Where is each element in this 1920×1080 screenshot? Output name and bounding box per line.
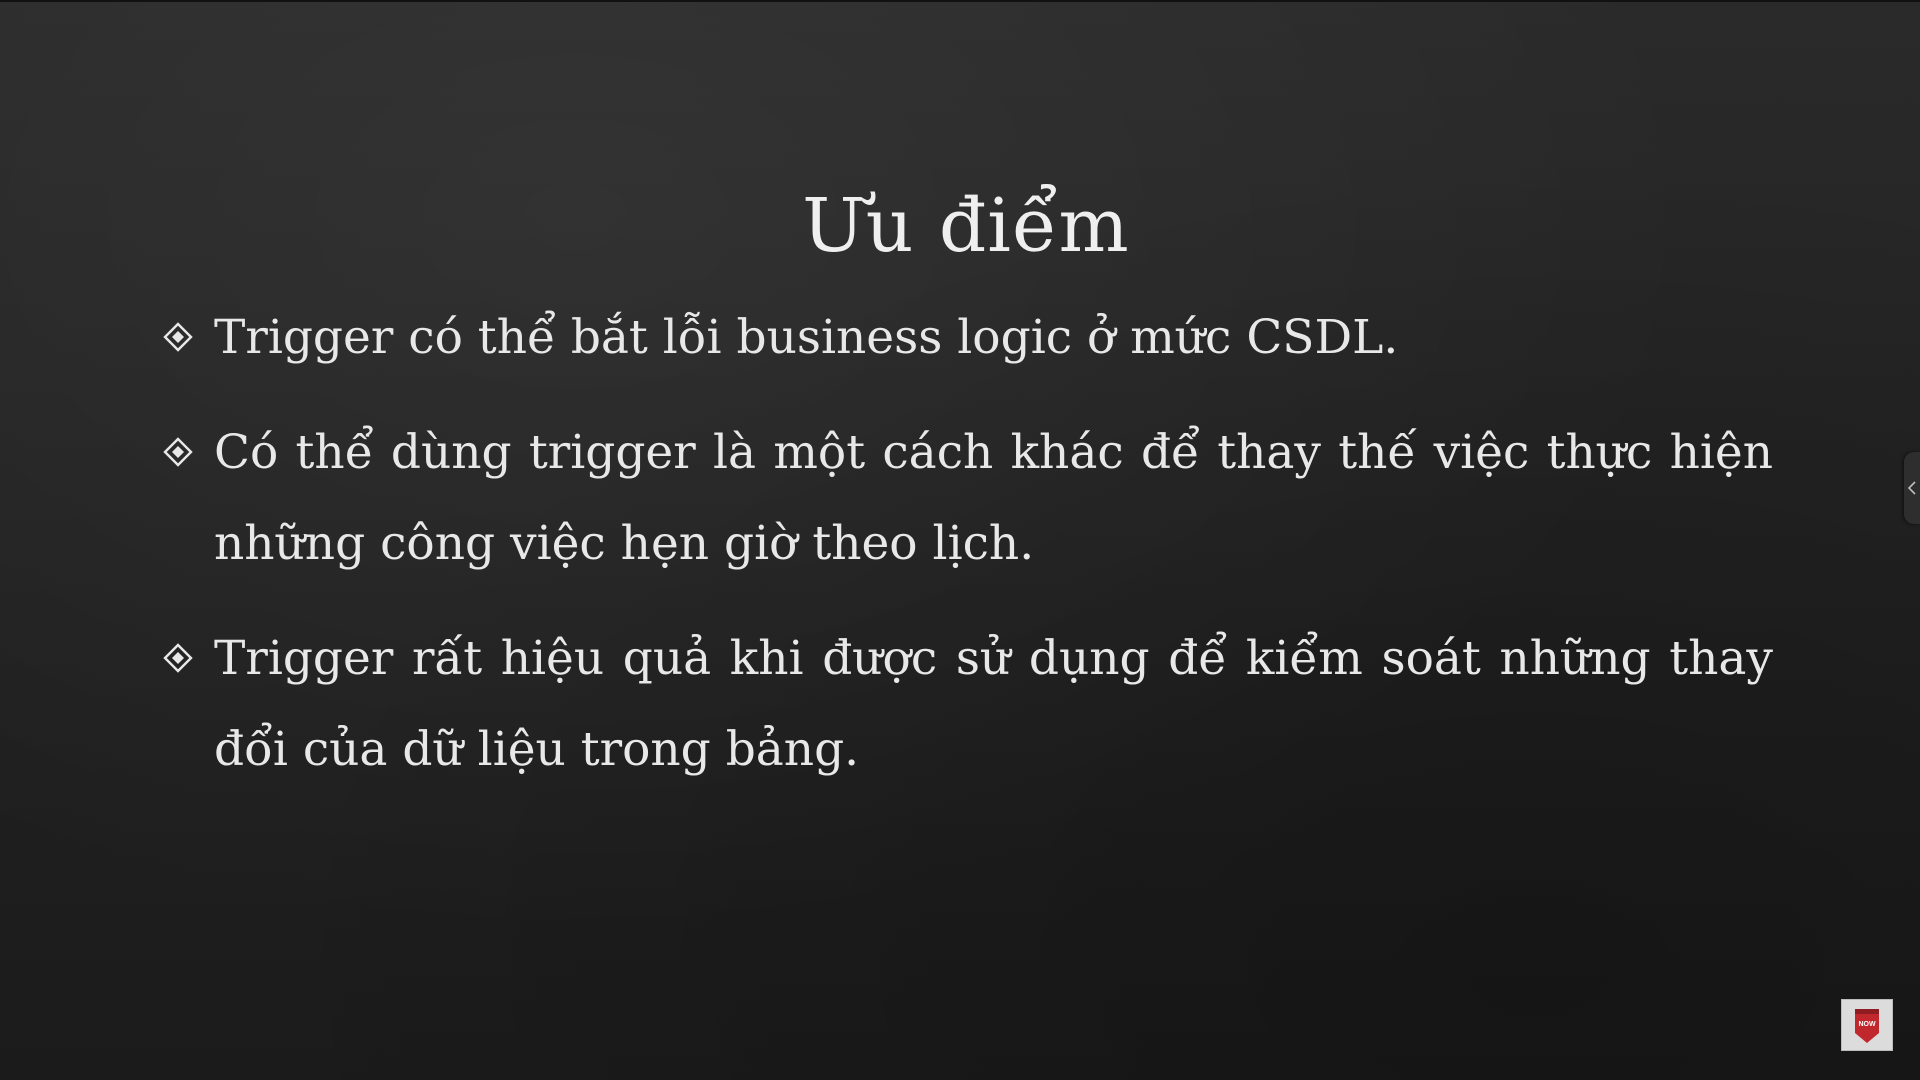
diamond-bullet-icon — [163, 437, 193, 467]
bullet-list: Trigger có thể bắt lỗi business logic ở … — [163, 292, 1773, 819]
bullet-item: Trigger có thể bắt lỗi business logic ở … — [163, 292, 1773, 383]
diamond-bullet-icon — [163, 643, 193, 673]
bullet-text: Trigger có thể bắt lỗi business logic ở … — [214, 310, 1399, 365]
logo-text: NOW — [1858, 1021, 1876, 1028]
side-panel-toggle[interactable] — [1904, 452, 1920, 524]
diamond-bullet-icon — [163, 322, 193, 352]
chevron-left-icon — [1908, 481, 1916, 495]
bullet-text: Trigger rất hiệu quả khi được sử dụng để… — [214, 631, 1773, 777]
presentation-slide: Ưu điểm Trigger có thể bắt lỗi business … — [0, 0, 1920, 1080]
channel-logo-icon: NOW — [1855, 1009, 1879, 1043]
top-border — [0, 0, 1920, 2]
bullet-item: Có thể dùng trigger là một cách khác để … — [163, 407, 1773, 589]
slide-title: Ưu điểm — [802, 182, 1130, 269]
channel-watermark[interactable]: NOW — [1841, 999, 1893, 1051]
bullet-item: Trigger rất hiệu quả khi được sử dụng để… — [163, 613, 1773, 795]
bullet-text: Có thể dùng trigger là một cách khác để … — [214, 425, 1773, 571]
